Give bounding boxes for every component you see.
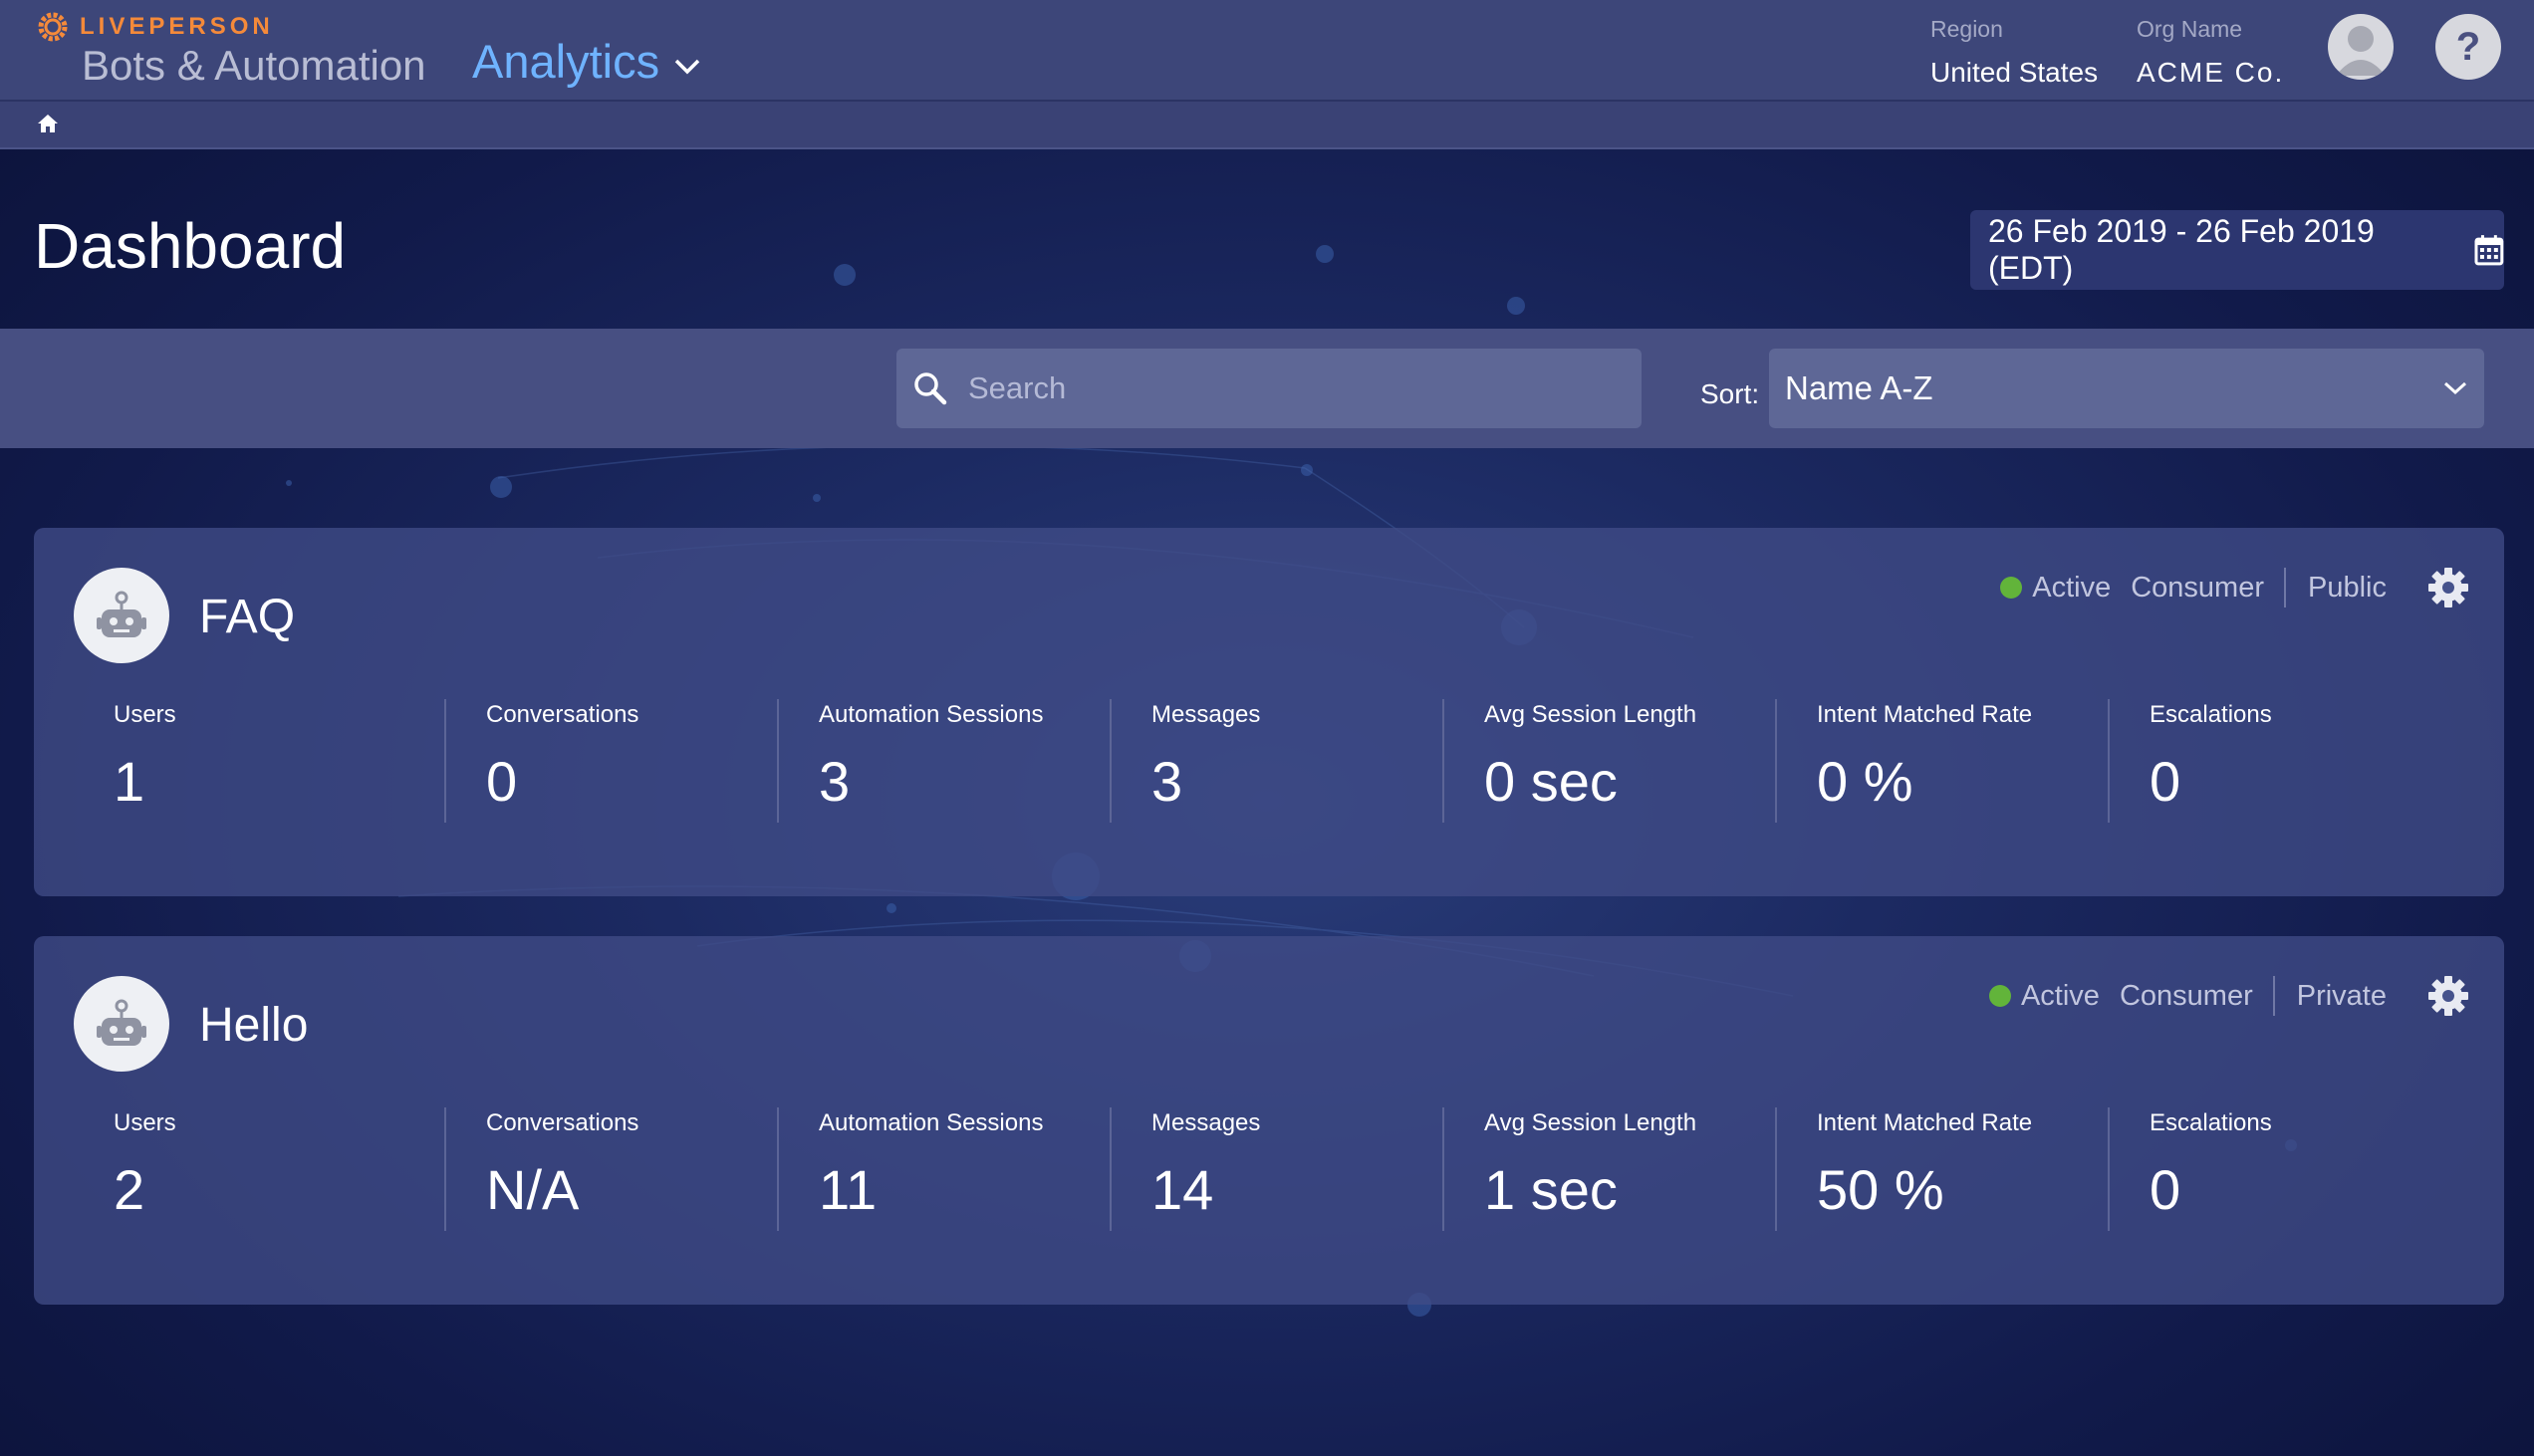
metric-value: 1 [114,750,145,813]
calendar-icon [2474,235,2504,266]
status-dot-icon [1988,985,2011,1007]
bot-type: Consumer [2131,571,2264,604]
robot-icon [97,999,146,1046]
date-range-value: 26 Feb 2019 - 26 Feb 2019 (EDT) [1988,213,2375,286]
date-range-picker[interactable]: 26 Feb 2019 - 26 Feb 2019 (EDT) [1970,210,2504,290]
bot-type: Consumer [2119,979,2253,1012]
metric-label: Conversations [486,1109,639,1136]
org-value: ACME Co. [2137,57,2285,88]
filter-bar: Sort: Name A-Z [0,329,2534,448]
chevron-down-icon [2443,381,2467,395]
metric-label: Messages [1151,701,1261,728]
tag-divider [2272,976,2275,1016]
brand-name: LIVEPERSON [80,13,274,40]
metric-label: Conversations [486,701,639,728]
bot-name[interactable]: Hello [199,998,308,1053]
bot-metrics: Users 1 Conversations 0 Automation Sessi… [34,699,2504,823]
search-box[interactable] [896,349,1642,428]
analytics-menu[interactable]: Analytics [472,34,701,89]
metric-label: Escalations [2150,701,2272,728]
liveperson-gear-icon [38,12,68,42]
sort-label: Sort: [1700,378,1760,409]
metric-value: 50 % [1817,1158,1944,1221]
bot-visibility: Private [2296,979,2387,1012]
user-avatar[interactable] [2328,14,2394,80]
metric-intent-matched-rate: Intent Matched Rate 50 % [1775,1107,2108,1231]
chevron-down-icon [674,59,700,74]
metric-conversations: Conversations 0 [444,699,777,823]
metric-label: Users [114,1109,176,1136]
metric-value: 14 [1151,1158,1214,1221]
bot-name[interactable]: FAQ [199,590,295,644]
org-label: Org Name [2137,16,2243,42]
metric-automation-sessions: Automation Sessions 11 [777,1107,1110,1231]
search-input[interactable] [966,369,1568,407]
metric-value: 1 sec [1484,1158,1618,1221]
status-label: Active [2020,979,2100,1012]
metric-value: 11 [819,1158,878,1221]
bot-metrics: Users 2 Conversations N/A Automation Ses… [34,1107,2504,1231]
metric-label: Escalations [2150,1109,2272,1136]
bot-tags: Active Consumer Public [2000,566,2470,609]
analytics-label: Analytics [472,35,660,88]
metric-label: Avg Session Length [1484,1109,1697,1136]
robot-icon [97,591,146,637]
tag-divider [2284,568,2286,607]
bot-visibility: Public [2308,571,2387,604]
top-header: LIVEPERSON Bots & Automation Analytics R… [0,0,2534,102]
metric-label: Avg Session Length [1484,701,1697,728]
metric-value: 0 [2150,1158,2181,1221]
status-label: Active [2032,571,2112,604]
region-info: Region United States [1930,16,2098,89]
bot-tags: Active Consumer Private [1988,974,2470,1018]
metric-escalations: Escalations 0 [2108,699,2440,823]
sort-value: Name A-Z [1785,369,1933,406]
metric-value: 3 [1151,750,1183,813]
metric-label: Automation Sessions [819,701,1044,728]
user-icon [2336,26,2386,76]
org-info: Org Name ACME Co. [2137,16,2284,89]
metric-label: Messages [1151,1109,1261,1136]
bot-card[interactable]: Hello Active Consumer Private Users 2 Co… [34,936,2504,1305]
metric-value: 0 [486,750,518,813]
region-value: United States [1930,57,2099,88]
gear-icon[interactable] [2426,566,2470,609]
metric-label: Intent Matched Rate [1817,1109,2033,1136]
metric-value: 0 sec [1484,750,1618,813]
metric-label: Users [114,701,176,728]
status-dot-icon [2000,577,2023,599]
metric-automation-sessions: Automation Sessions 3 [777,699,1110,823]
metric-value: 0 [2150,750,2181,813]
gear-icon[interactable] [2426,974,2470,1018]
bot-card[interactable]: FAQ Active Consumer Public Users 1 Conve… [34,528,2504,896]
metric-value: N/A [486,1158,580,1221]
metric-avg-session-length: Avg Session Length 0 sec [1442,699,1775,823]
metric-conversations: Conversations N/A [444,1107,777,1231]
metric-users: Users 2 [34,1107,444,1231]
page-title: Dashboard [34,210,347,282]
metric-avg-session-length: Avg Session Length 1 sec [1442,1107,1775,1231]
bot-avatar [74,568,169,663]
metric-value: 3 [819,750,851,813]
bot-avatar [74,976,169,1072]
metric-value: 0 % [1817,750,1913,813]
metric-messages: Messages 14 [1110,1107,1442,1231]
app-title: Bots & Automation [82,42,426,89]
help-button[interactable]: ? [2435,14,2501,80]
metric-users: Users 1 [34,699,444,823]
sort-select[interactable]: Name A-Z [1769,349,2484,428]
metric-label: Intent Matched Rate [1817,701,2033,728]
metric-messages: Messages 3 [1110,699,1442,823]
metric-label: Automation Sessions [819,1109,1044,1136]
search-icon [914,372,947,405]
home-icon[interactable] [36,112,60,135]
metric-intent-matched-rate: Intent Matched Rate 0 % [1775,699,2108,823]
region-label: Region [1930,16,2003,42]
liveperson-logo[interactable]: LIVEPERSON [36,10,274,44]
metric-escalations: Escalations 0 [2108,1107,2440,1231]
breadcrumb [0,102,2534,149]
metric-value: 2 [114,1158,145,1221]
